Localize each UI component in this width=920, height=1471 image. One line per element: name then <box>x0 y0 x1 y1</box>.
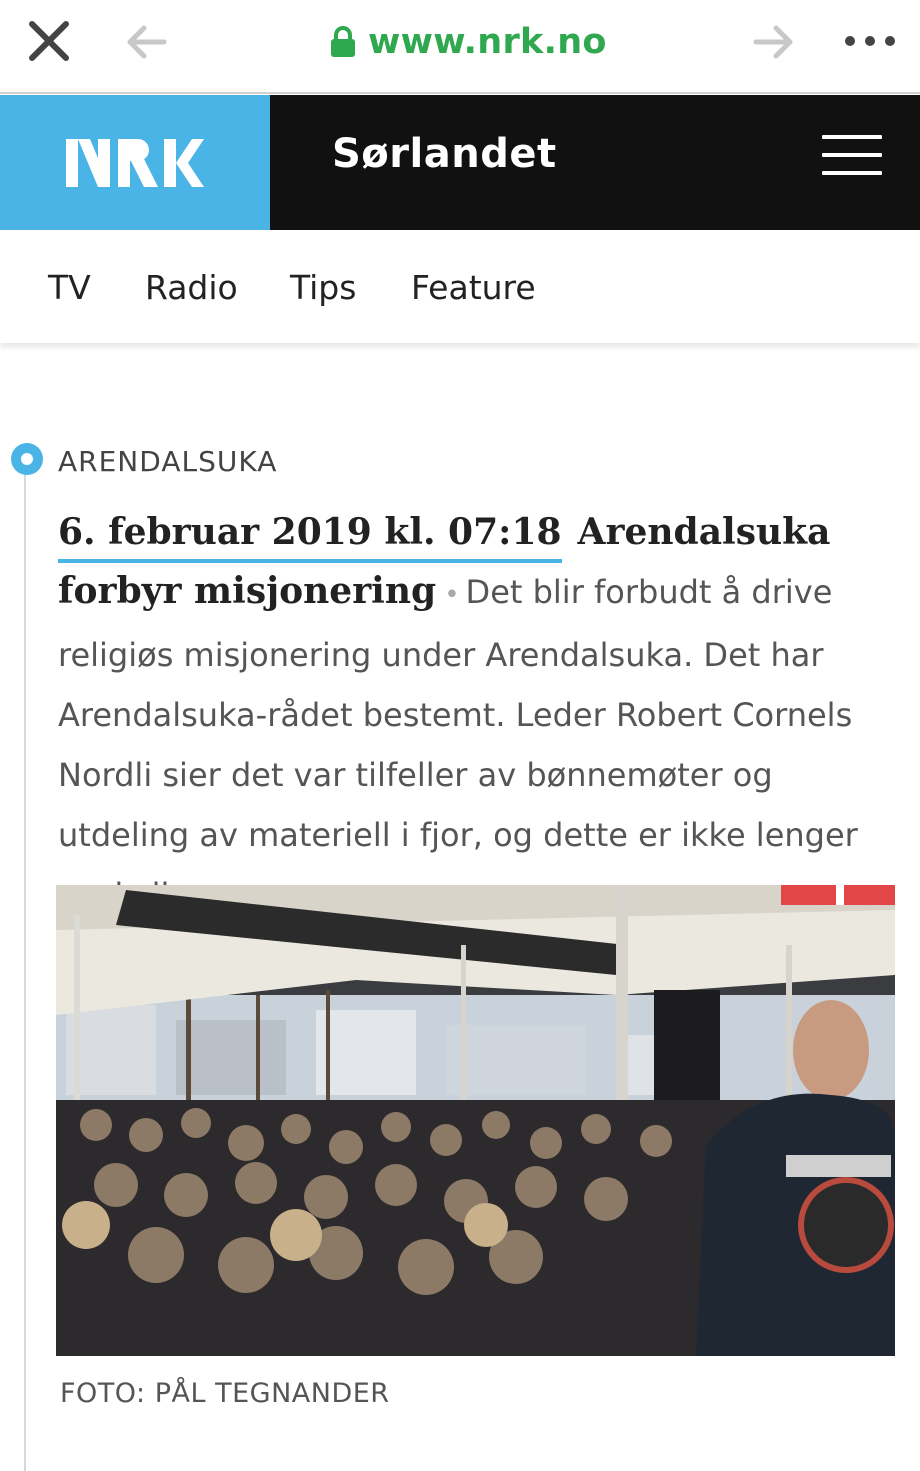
section-label[interactable]: ARENDALSUKA <box>58 445 277 478</box>
arrow-right-icon[interactable] <box>750 22 796 62</box>
photo-image <box>56 885 895 1356</box>
photo-credit: FOTO: PÅL TEGNANDER <box>60 1378 390 1409</box>
address-bar[interactable]: www.nrk.no <box>330 18 607 66</box>
nav-tips[interactable]: Tips <box>290 268 356 307</box>
nav-feature[interactable]: Feature <box>411 268 536 307</box>
timeline-dot-icon <box>11 443 43 475</box>
more-dots-icon[interactable] <box>842 30 898 52</box>
nav-tv[interactable]: TV <box>48 268 91 307</box>
arrow-left-icon[interactable] <box>124 22 170 62</box>
sub-navigation: TV Radio Tips Feature <box>0 230 920 343</box>
nrk-logo[interactable] <box>0 95 270 230</box>
bullet-separator: • <box>444 580 460 610</box>
nav-radio[interactable]: Radio <box>145 268 238 307</box>
url-text: www.nrk.no <box>368 22 607 62</box>
lock-icon <box>331 26 355 57</box>
article-entry: 6. februar 2019 kl. 07:18 Arendalsuka for… <box>58 503 898 925</box>
nrk-logo-mark <box>66 138 204 187</box>
article-lead: Det blir forbudt å drive religiøs misjon… <box>58 573 858 914</box>
hamburger-menu-icon[interactable] <box>822 135 882 181</box>
browser-toolbar: www.nrk.no <box>0 0 920 94</box>
close-icon[interactable] <box>26 18 72 64</box>
article-photo[interactable] <box>56 885 895 1356</box>
timeline-line <box>24 470 26 1471</box>
article-date-link[interactable]: 6. februar 2019 kl. 07:18 <box>58 511 562 563</box>
region-title[interactable]: Sørlandet <box>332 131 557 177</box>
article-text: 6. februar 2019 kl. 07:18 Arendalsuka for… <box>58 503 898 925</box>
site-header: Sørlandet <box>0 95 920 230</box>
